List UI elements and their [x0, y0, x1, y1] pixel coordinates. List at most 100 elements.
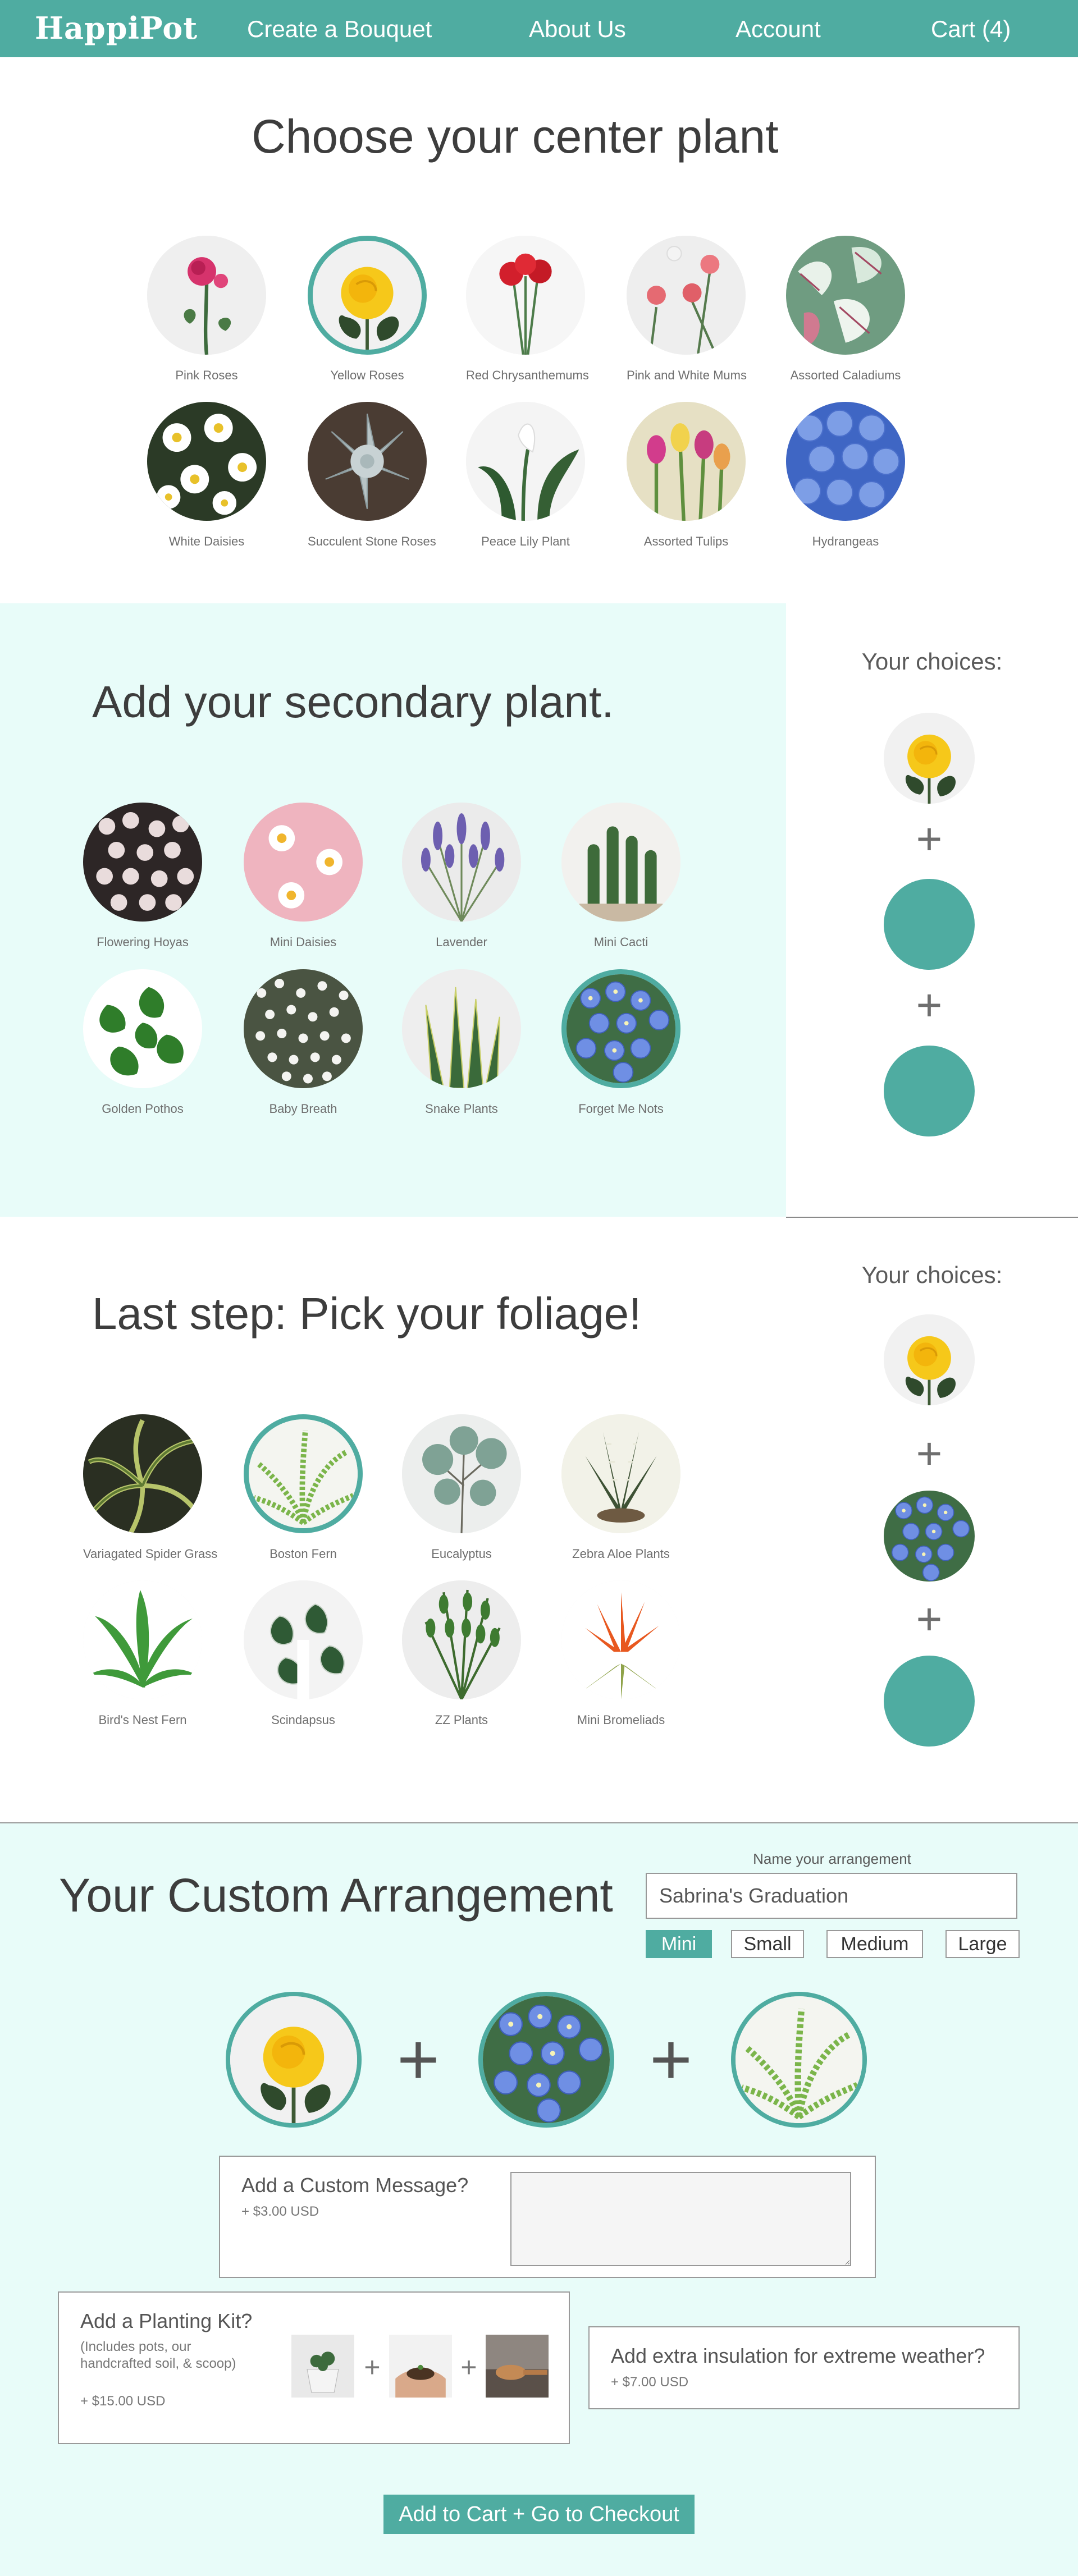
custom-message-input[interactable]: [510, 2172, 851, 2266]
plant-option-mini-bromeliads[interactable]: Mini Bromeliads: [561, 1580, 680, 1727]
plant-image: [561, 803, 680, 922]
plant-option-forget-me-nots[interactable]: Forget Me Nots: [561, 969, 680, 1116]
plant-option-snake-plants[interactable]: Snake Plants: [402, 969, 521, 1116]
plant-image: [402, 969, 521, 1088]
plant-image: [561, 1580, 680, 1699]
size-mini-button[interactable]: Mini: [646, 1930, 712, 1958]
size-medium-button[interactable]: Medium: [826, 1930, 923, 1958]
plant-option-pink-white-mums[interactable]: Pink and White Mums: [627, 236, 747, 383]
arrangement-title: Your Custom Arrangement: [59, 1869, 613, 1922]
planting-kit-price: + $15.00 USD: [80, 2394, 166, 2409]
choice-foliage-placeholder: [884, 1046, 975, 1136]
plant-label: Snake Plants: [425, 1102, 498, 1116]
arrangement-foliage-plant: [731, 1992, 867, 2128]
planting-kit-subtitle: (Includes pots, our handcrafted soil, & …: [80, 2339, 236, 2371]
plant-image: [786, 236, 905, 355]
top-nav: HappiPot Create a Bouquet About Us Accou…: [0, 0, 1078, 57]
plant-label: Mini Daisies: [270, 935, 337, 949]
plant-option-white-daisies[interactable]: White Daisies: [147, 402, 266, 549]
custom-message-box[interactable]: Add a Custom Message? + $3.00 USD: [219, 2156, 876, 2278]
plant-option-mini-daisies[interactable]: Mini Daisies: [244, 803, 363, 950]
choices-title: Your choices:: [861, 1262, 1003, 1288]
choice-center-thumbnail: [884, 713, 975, 804]
plus-icon: +: [916, 1428, 943, 1478]
plant-label: Pink and White Mums: [627, 368, 747, 382]
plant-label: Scindapsus: [271, 1713, 335, 1727]
plant-image: [402, 803, 521, 922]
plant-option-golden-pothos[interactable]: Golden Pothos: [83, 969, 202, 1116]
plant-option-birds-nest-fern[interactable]: Bird's Nest Fern: [83, 1580, 202, 1727]
plus-icon: +: [916, 980, 943, 1030]
plant-label: Yellow Roses: [330, 368, 404, 382]
plant-option-eucalyptus[interactable]: Eucalyptus: [402, 1414, 521, 1561]
size-large-button[interactable]: Large: [945, 1930, 1020, 1958]
plant-label: Bird's Nest Fern: [98, 1713, 187, 1727]
plant-label: Zebra Aloe Plants: [572, 1547, 670, 1561]
center-section-title: Choose your center plant: [252, 110, 779, 163]
plant-option-zz-plants[interactable]: ZZ Plants: [402, 1580, 521, 1727]
plant-label: Lavender: [436, 935, 487, 949]
plant-label: Boston Fern: [270, 1547, 337, 1561]
plant-option-scindapsus[interactable]: Scindapsus: [244, 1580, 363, 1727]
choice-foliage-placeholder: [884, 1656, 975, 1747]
plant-option-flowering-hoyas[interactable]: Flowering Hoyas: [83, 803, 202, 950]
plant-option-pink-roses[interactable]: Pink Roses: [147, 236, 266, 383]
plant-label: White Daisies: [168, 534, 245, 548]
plant-option-succulent-stone-roses[interactable]: Succulent Stone Roses: [308, 402, 436, 549]
brand-logo[interactable]: HappiPot: [35, 10, 198, 46]
plant-option-zebra-aloe[interactable]: Zebra Aloe Plants: [561, 1414, 680, 1561]
plant-image: [244, 803, 363, 922]
plant-image: [402, 1414, 521, 1533]
add-to-cart-checkout-button[interactable]: Add to Cart + Go to Checkout: [383, 2495, 695, 2534]
plant-option-assorted-tulips[interactable]: Assorted Tulips: [627, 402, 746, 549]
plant-option-peace-lily[interactable]: Peace Lily Plant: [466, 402, 585, 549]
insulation-price: + $7.00 USD: [611, 2375, 689, 2390]
plant-option-hydrangeas[interactable]: Hydrangeas: [786, 402, 905, 549]
plant-image-selected: [308, 236, 427, 355]
plant-option-red-chrysanthemums[interactable]: Red Chrysanthemums: [466, 236, 589, 383]
plant-image-selected: [244, 1414, 363, 1533]
custom-arrangement-section: Your Custom Arrangement Name your arrang…: [0, 1822, 1078, 2576]
plant-option-boston-fern[interactable]: Boston Fern: [244, 1414, 363, 1561]
choices-title: Your choices:: [861, 648, 1003, 675]
arrangement-name-input[interactable]: [646, 1873, 1017, 1919]
nav-about-us[interactable]: About Us: [529, 16, 626, 43]
insulation-box[interactable]: Add extra insulation for extreme weather…: [588, 2326, 1020, 2409]
plant-label: Assorted Caladiums: [790, 368, 901, 382]
nav-account[interactable]: Account: [736, 16, 821, 43]
plant-label: Forget Me Nots: [578, 1102, 664, 1116]
plant-image: [466, 236, 585, 355]
plant-label: Mini Bromeliads: [577, 1713, 665, 1727]
size-small-button[interactable]: Small: [731, 1930, 804, 1958]
kit-soil-image: [389, 2335, 452, 2398]
plant-option-assorted-caladiums[interactable]: Assorted Caladiums: [786, 236, 905, 383]
plant-image-selected: [561, 969, 680, 1088]
nav-create-bouquet[interactable]: Create a Bouquet: [247, 16, 432, 43]
choice-center-thumbnail: [884, 1314, 975, 1405]
plus-icon: +: [650, 2018, 692, 2100]
plant-label: Eucalyptus: [431, 1547, 492, 1561]
plant-image: [786, 402, 905, 521]
plant-image: [308, 402, 427, 521]
plant-option-mini-cacti[interactable]: Mini Cacti: [561, 803, 680, 950]
plant-label: Mini Cacti: [593, 935, 648, 949]
planting-kit-box[interactable]: Add a Planting Kit? (Includes pots, our …: [58, 2291, 570, 2444]
custom-message-title: Add a Custom Message?: [241, 2174, 469, 2197]
plant-image: [83, 1580, 202, 1699]
plant-label: Flowering Hoyas: [97, 935, 189, 949]
plant-option-lavender[interactable]: Lavender: [402, 803, 521, 950]
arrangement-secondary-plant: [478, 1992, 614, 2128]
plant-image: [83, 803, 202, 922]
nav-cart[interactable]: Cart (4): [931, 16, 1011, 43]
secondary-section-title: Add your secondary plant.: [92, 677, 614, 727]
choice-secondary-thumbnail: [884, 1491, 975, 1582]
plant-option-spider-grass[interactable]: Variagated Spider Grass: [83, 1414, 217, 1561]
plant-image: [83, 1414, 202, 1533]
plant-image: [627, 236, 746, 355]
choices-panel-foliage: Your choices: + +: [786, 1218, 1078, 1818]
plus-icon: +: [916, 1594, 943, 1644]
plant-option-baby-breath[interactable]: Baby Breath: [244, 969, 363, 1116]
kit-pot-image: [291, 2335, 354, 2398]
plant-option-yellow-roses[interactable]: Yellow Roses: [308, 236, 427, 383]
plant-image: [402, 1580, 521, 1699]
